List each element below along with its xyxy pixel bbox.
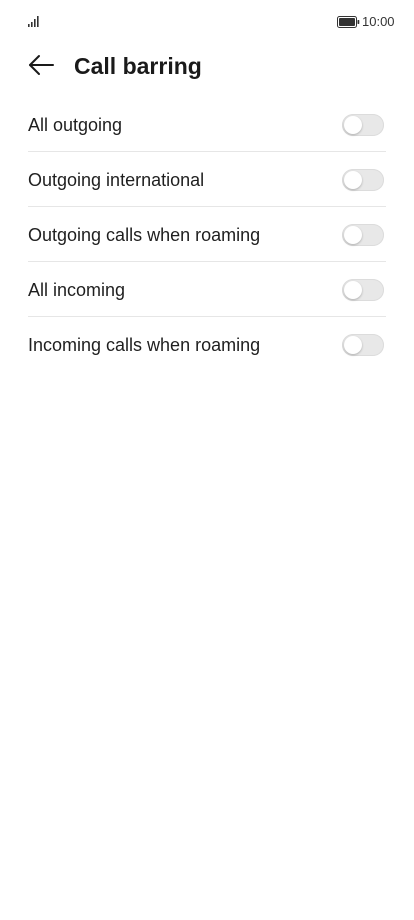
all-outgoing-toggle[interactable] [342, 113, 384, 136]
setting-label: All outgoing [28, 114, 123, 135]
back-button[interactable] [26, 50, 56, 80]
toggle-knob [344, 280, 362, 299]
battery-icon [337, 16, 360, 28]
settings-list: All outgoing Outgoing international Outg… [28, 97, 386, 372]
setting-all-incoming[interactable]: All incoming [28, 262, 386, 317]
outgoing-roaming-toggle[interactable] [342, 223, 384, 246]
outgoing-international-toggle[interactable] [342, 168, 384, 191]
toggle-knob [344, 115, 362, 134]
header: Call barring [0, 44, 414, 90]
signal-icon [28, 16, 39, 27]
setting-label: Outgoing calls when roaming [28, 224, 261, 245]
page-title: Call barring [74, 53, 202, 79]
toggle-knob [344, 170, 362, 189]
setting-label: All incoming [28, 279, 126, 300]
status-bar: 10:00 [0, 0, 414, 44]
setting-all-outgoing[interactable]: All outgoing [28, 97, 386, 152]
incoming-roaming-toggle[interactable] [342, 333, 384, 356]
setting-incoming-roaming[interactable]: Incoming calls when roaming [28, 317, 386, 372]
toggle-knob [344, 225, 362, 244]
setting-label: Outgoing international [28, 169, 205, 190]
all-incoming-toggle[interactable] [342, 278, 384, 301]
toggle-knob [344, 335, 362, 354]
setting-label: Incoming calls when roaming [28, 334, 261, 355]
arrow-left-icon [29, 55, 54, 75]
status-time: 10:00 [362, 14, 395, 29]
setting-outgoing-roaming[interactable]: Outgoing calls when roaming [28, 207, 386, 262]
setting-outgoing-international[interactable]: Outgoing international [28, 152, 386, 207]
